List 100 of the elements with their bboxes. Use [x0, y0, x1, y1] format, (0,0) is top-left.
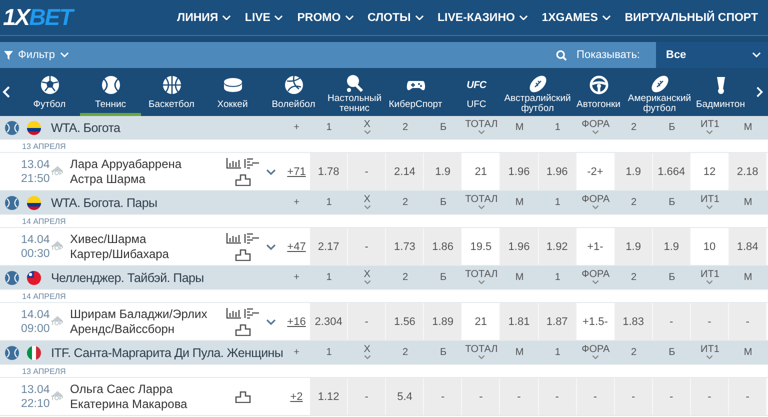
odds-cell[interactable]: 1.73 [386, 228, 424, 265]
nav-link[interactable]: PROMO [297, 12, 354, 24]
column-header[interactable]: X [348, 191, 386, 214]
more-bets-link[interactable]: +47 [283, 228, 310, 265]
column-header: М [514, 120, 525, 134]
odds-cell[interactable]: 1.96 [500, 228, 539, 265]
odds-cell[interactable]: - [690, 378, 730, 415]
odds-cell[interactable]: - [729, 378, 768, 415]
odds-cell[interactable]: 1.56 [386, 303, 424, 340]
odds-cell[interactable]: - [348, 303, 386, 340]
more-bets-link[interactable]: +71 [283, 153, 310, 190]
league-header[interactable]: Челленджер. Тайбэй. Пары + 1 X 2 Б ТОТАЛ М 1 ФОРА 2 Б ИТ1 М [0, 266, 768, 289]
column-header[interactable]: ФОРА [576, 341, 615, 364]
logo[interactable]: 1XBET [3, 4, 153, 31]
sport-tab[interactable]: Футбол [19, 68, 80, 116]
bar-chart-icon[interactable] [226, 158, 241, 168]
column-header[interactable]: ИТ1 [690, 266, 730, 289]
odds-cell[interactable]: - [652, 378, 691, 415]
nav-link[interactable]: СЛОТЫ [367, 12, 424, 24]
odds-cell[interactable]: - [348, 153, 386, 190]
podium-icon[interactable] [235, 390, 251, 402]
odds-cell[interactable]: 1.92 [538, 228, 577, 265]
odds-cell[interactable]: - [462, 378, 500, 415]
column-header[interactable]: ФОРА [576, 116, 615, 139]
odds-cell[interactable]: 1.9 [424, 153, 462, 190]
odds-cell[interactable]: 2.17 [310, 228, 348, 265]
column-header: Б [668, 346, 676, 360]
more-bets-link[interactable]: +2 [283, 378, 310, 415]
league-header[interactable]: WTA. Богота + 1 X 2 Б ТОТАЛ М 1 ФОРА 2 Б ИТ1 М [0, 116, 768, 139]
odds-cell[interactable]: 2.304 [310, 303, 348, 340]
list-icon[interactable] [244, 308, 260, 318]
match-teams[interactable]: Лара Арруабаррена Астра Шарма [70, 156, 220, 186]
bar-chart-icon[interactable] [226, 308, 241, 318]
odds-cell[interactable]: - [424, 378, 462, 415]
nav-link[interactable]: ВИРТУАЛЬНЫЙ СПОРТ [624, 12, 758, 24]
odds-cell[interactable]: - [652, 303, 691, 340]
odds-cell[interactable]: 1.87 [538, 303, 577, 340]
column-header[interactable]: X [348, 266, 386, 289]
list-icon[interactable] [244, 232, 260, 244]
odds-cell[interactable]: 2.14 [386, 153, 424, 190]
odds-cell[interactable]: 1.89 [424, 303, 462, 340]
column-header[interactable]: ТОТАЛ [462, 266, 500, 289]
sport-tab[interactable]: Бадминтон [690, 68, 751, 116]
nav-link[interactable]: LIVE-КАЗИНО [438, 12, 528, 24]
odds-cell[interactable]: - [690, 303, 730, 340]
odds-cell[interactable]: 1.9 [614, 153, 653, 190]
nav-link[interactable]: 1XGAMES [542, 12, 611, 24]
list-icon[interactable] [244, 158, 260, 168]
search-icon[interactable] [556, 50, 567, 60]
odds-cell[interactable]: - [729, 303, 768, 340]
odds-cell[interactable]: - [614, 378, 653, 415]
sport-tab[interactable]: Баскетбол [141, 68, 202, 116]
sport-tab[interactable]: Хоккей [202, 68, 263, 116]
sport-tab[interactable]: Настольный теннис [324, 68, 385, 116]
sport-tab[interactable]: Волейбол [263, 68, 324, 116]
podium-icon[interactable] [235, 174, 251, 186]
column-header[interactable]: ТОТАЛ [462, 341, 500, 364]
odds-cell[interactable]: 1.664 [652, 153, 691, 190]
odds-cell[interactable]: 1.9 [614, 228, 653, 265]
show-select[interactable]: Все [656, 42, 768, 68]
odds-cell[interactable]: 2.18 [729, 153, 768, 190]
odds-cell[interactable]: 1.12 [310, 378, 348, 415]
match-teams[interactable]: Шрирам Баладжи/Эрлих Арендс/Вайссборн [70, 306, 220, 336]
column-header[interactable]: ТОТАЛ [462, 116, 500, 139]
league-header[interactable]: WTA. Богота. Пары + 1 X 2 Б ТОТАЛ М 1 ФОРА 2 Б ИТ1 М [0, 191, 768, 214]
column-header[interactable]: ФОРА [576, 266, 615, 289]
odds-cell[interactable]: - [500, 378, 539, 415]
odds-cell[interactable]: 1.84 [729, 228, 768, 265]
column-header[interactable]: ТОТАЛ [462, 191, 500, 214]
league-header[interactable]: ITF. Санта-Маргарита Ди Пула. Женщины + 1 X 2 Б ТОТАЛ М 1 ФОРА 2 Б ИТ1 М [0, 341, 768, 364]
column-header[interactable]: ИТ1 [690, 191, 730, 214]
odds-cell[interactable]: 1.9 [652, 228, 691, 265]
nav-link[interactable]: LIVE [244, 12, 284, 24]
column-header[interactable]: ИТ1 [690, 116, 730, 139]
odds-cell[interactable]: - [348, 378, 386, 415]
odds-cell[interactable]: - [348, 228, 386, 265]
nav-link[interactable]: ЛИНИЯ [177, 12, 232, 24]
filter-button[interactable]: Фильтр [0, 49, 69, 61]
column-header[interactable]: ИТ1 [690, 341, 730, 364]
odds-cell[interactable]: - [538, 378, 577, 415]
bar-chart-icon[interactable] [226, 232, 241, 244]
column-header[interactable]: X [348, 341, 386, 364]
match-teams[interactable]: Ольга Саес Ларра Екатерина Макарова [70, 382, 220, 412]
odds-cell[interactable]: 5.4 [386, 378, 424, 415]
sport-tab[interactable]: Американский футбол [629, 68, 690, 116]
odds-cell[interactable]: 1.86 [424, 228, 462, 265]
odds-cell[interactable]: 1.96 [538, 153, 577, 190]
more-bets-link[interactable]: +16 [283, 303, 310, 340]
match-teams[interactable]: Хивес/Шарма Картер/Шибахара [70, 232, 220, 262]
odds-cell[interactable]: 1.78 [310, 153, 348, 190]
odds-cell[interactable]: 1.96 [500, 153, 539, 190]
podium-icon[interactable] [235, 248, 251, 260]
odds-cell[interactable]: - [576, 378, 615, 415]
column-header[interactable]: X [348, 116, 386, 139]
podium-icon[interactable] [235, 324, 251, 336]
column-header: + [292, 120, 300, 134]
sport-tab[interactable]: КиберСпорт [385, 68, 446, 116]
odds-cell[interactable]: 1.83 [614, 303, 653, 340]
column-header[interactable]: ФОРА [576, 191, 615, 214]
odds-cell[interactable]: 1.81 [500, 303, 539, 340]
